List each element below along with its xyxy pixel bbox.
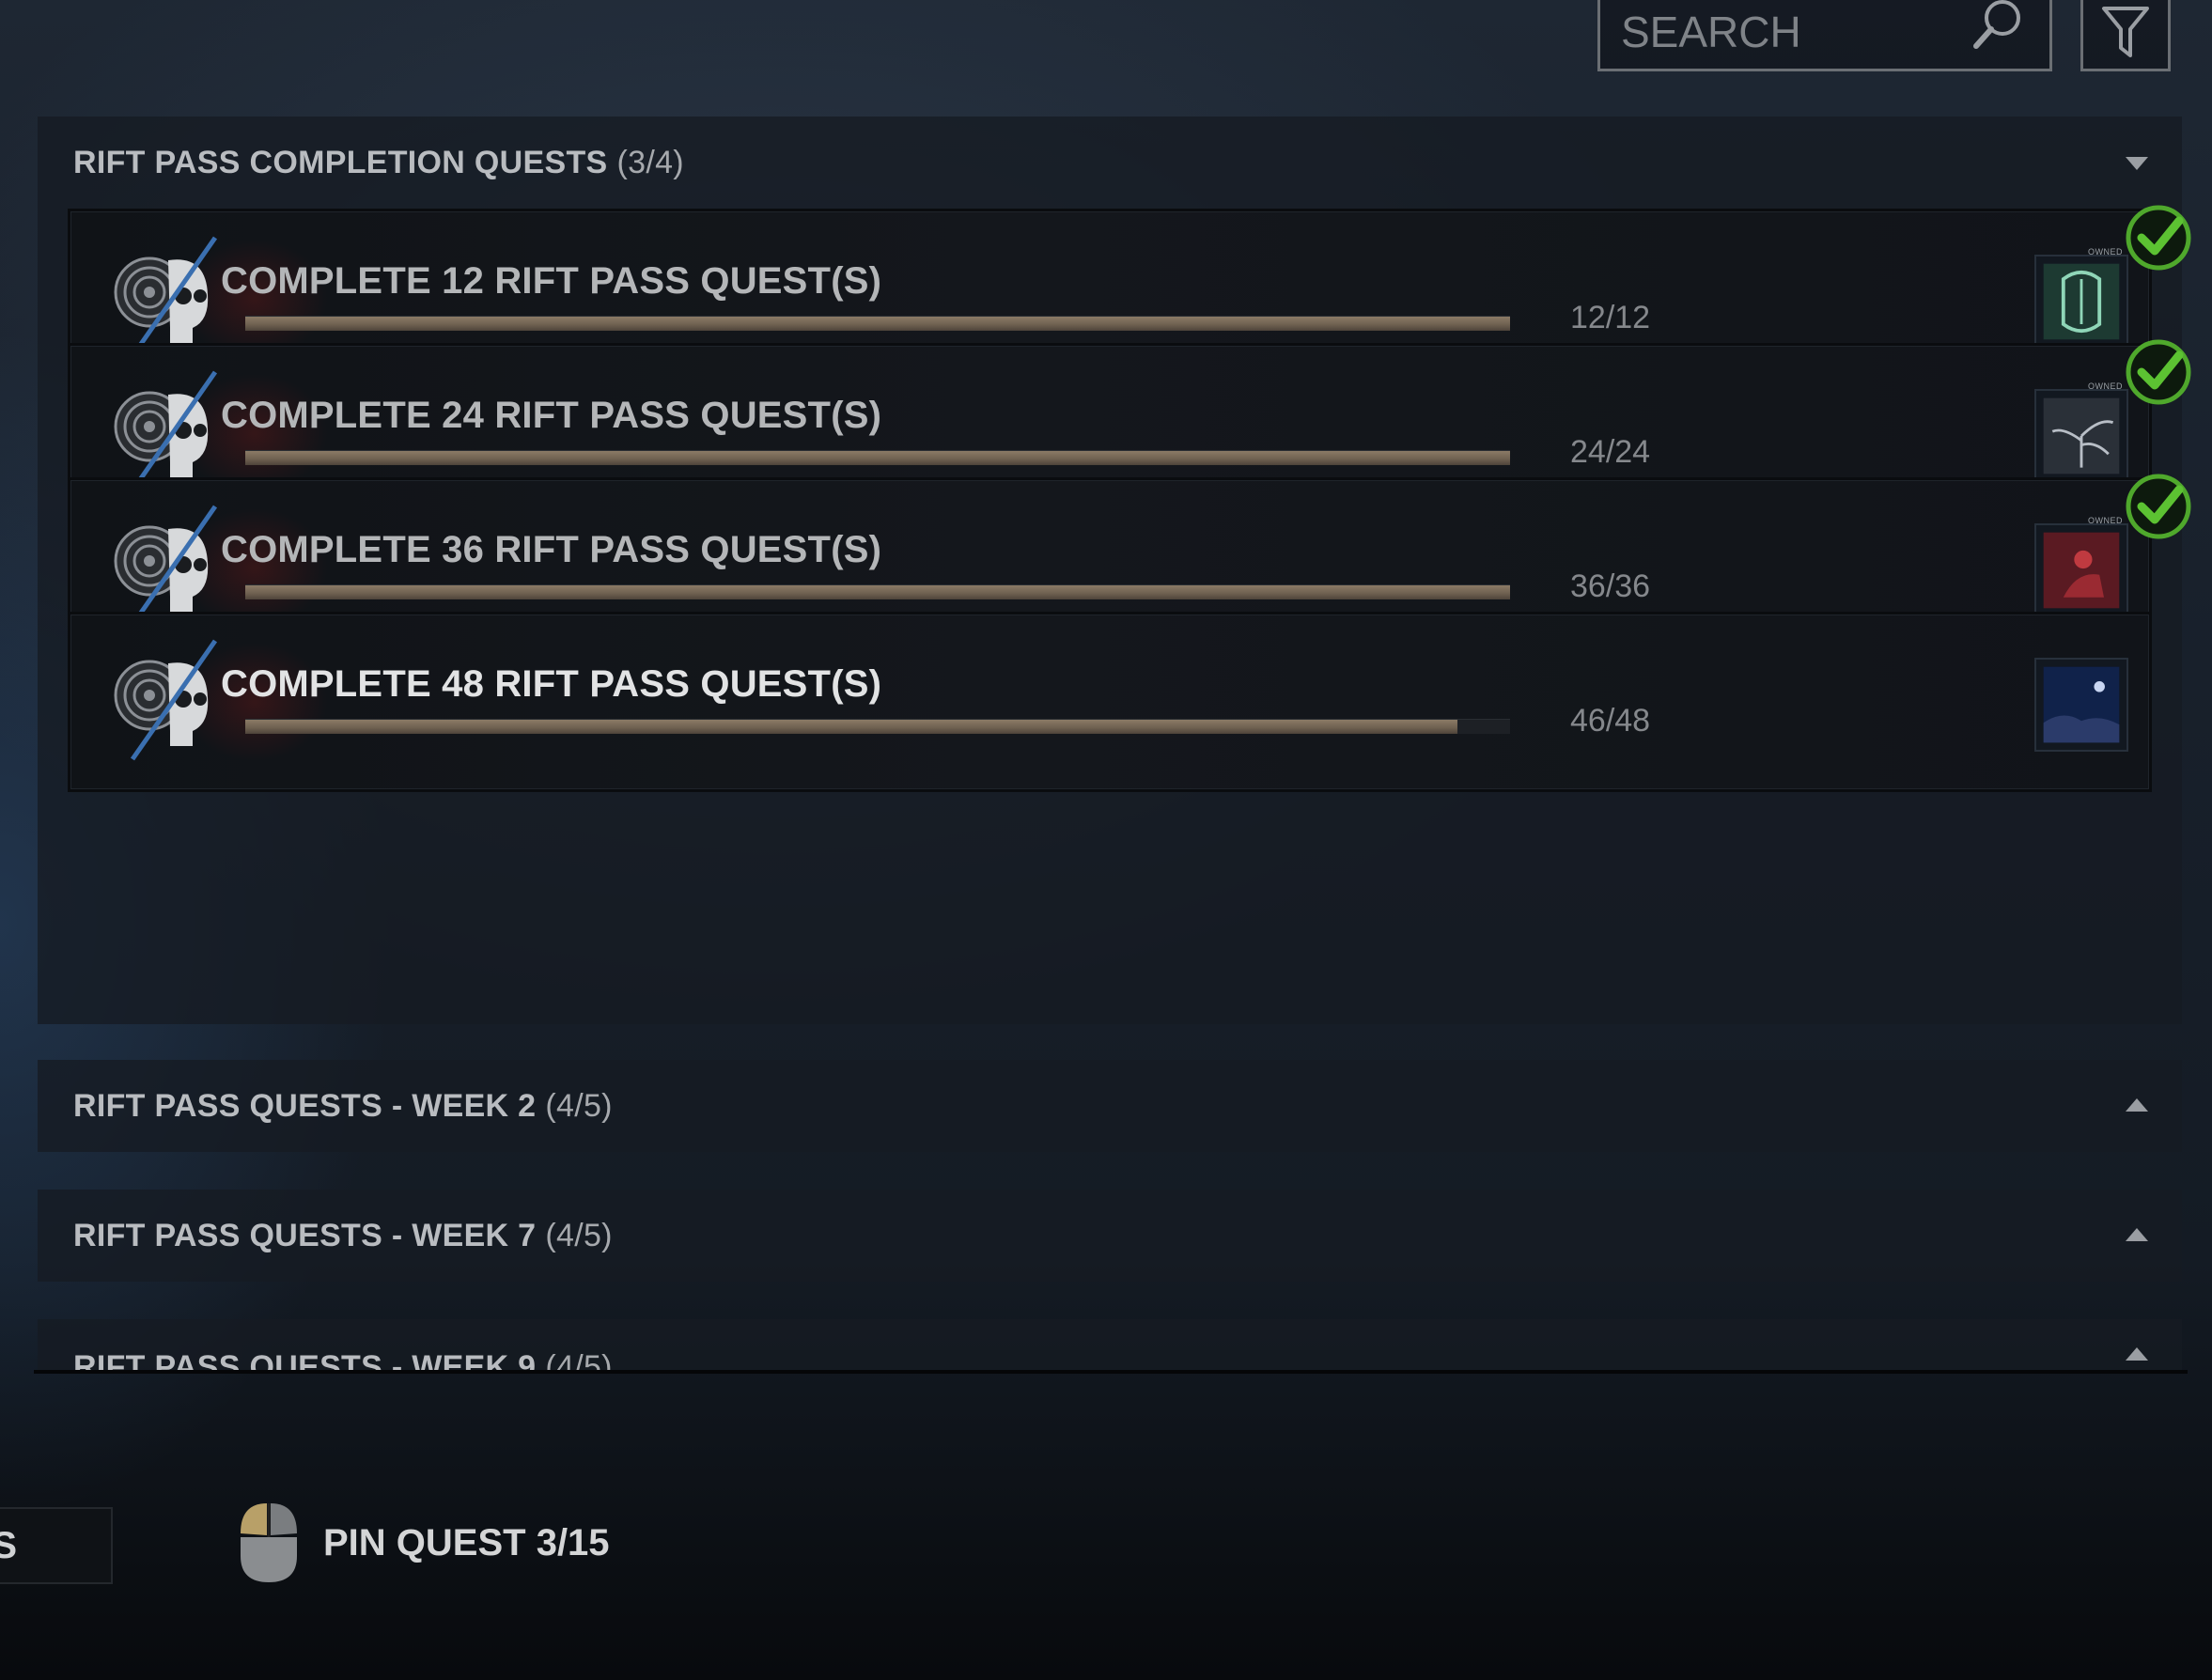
checkmark-icon [2126, 474, 2191, 539]
quest-progress-bar [245, 584, 1510, 599]
reward-icon [2043, 397, 2120, 474]
quest-progress-text: 12/12 [1570, 300, 1651, 335]
quest-progress-bar [245, 450, 1510, 465]
quest-progress-fill [245, 585, 1510, 599]
reward-icon [2043, 263, 2120, 340]
pin-quest-label: PIN QUEST 3/15 [323, 1521, 610, 1563]
reward-icon [2043, 532, 2120, 609]
section-count: (4/5) [545, 1087, 613, 1124]
collapse-arrow-icon[interactable] [2126, 157, 2148, 170]
quest-progress-fill [245, 451, 1510, 465]
quest-progress-fill [245, 720, 1457, 734]
section-title: RIFT PASS COMPLETION QUESTS [73, 144, 608, 180]
section-week-7: RIFT PASS QUESTS - WEEK 7 (4/5) [38, 1190, 2182, 1282]
left-tab-button[interactable]: S [0, 1507, 113, 1584]
filter-icon [2102, 7, 2149, 57]
quest-title: COMPLETE 24 RIFT PASS QUEST(S) [221, 395, 882, 436]
quest-reward[interactable] [2034, 658, 2128, 752]
list-bottom-divider [34, 1370, 2188, 1374]
quest-row[interactable]: COMPLETE 48 RIFT PASS QUEST(S) 46/48 [68, 612, 2152, 792]
quests-screen: { "search": { "placeholder": "SEARCH" },… [0, 0, 2212, 1680]
checkmark-icon [2126, 339, 2191, 405]
section-count: (3/4) [616, 144, 684, 180]
quest-progress-bar [245, 316, 1510, 331]
section-week-9: RIFT PASS QUESTS - WEEK 9 (4/5) [38, 1319, 2182, 1372]
quest-progress-text: 36/36 [1570, 568, 1651, 604]
search-icon[interactable] [1969, 0, 2029, 55]
section-header[interactable]: RIFT PASS QUESTS - WEEK 9 (4/5) [38, 1319, 2182, 1372]
owned-label: OWNED [2088, 516, 2123, 525]
section-header[interactable]: RIFT PASS COMPLETION QUESTS (3/4) [38, 117, 2182, 209]
section-header[interactable]: RIFT PASS QUESTS - WEEK 7 (4/5) [38, 1190, 2182, 1282]
section-title: RIFT PASS QUESTS - WEEK 2 [73, 1087, 537, 1124]
section-count: (4/5) [545, 1349, 613, 1372]
search-input[interactable] [1621, 7, 1959, 57]
section-week-2: RIFT PASS QUESTS - WEEK 2 (4/5) [38, 1060, 2182, 1152]
quest-reward[interactable]: OWNED [2034, 381, 2128, 483]
quest-reward[interactable]: OWNED [2034, 247, 2128, 349]
skull-spiral-icon [114, 639, 218, 761]
expand-arrow-icon[interactable] [2126, 1347, 2148, 1361]
quest-progress-text: 24/24 [1570, 434, 1651, 470]
quest-reward[interactable]: OWNED [2034, 516, 2128, 617]
expand-arrow-icon[interactable] [2126, 1228, 2148, 1241]
left-tab-label: S [0, 1524, 17, 1566]
quest-title: COMPLETE 48 RIFT PASS QUEST(S) [221, 663, 882, 705]
mouse-icon [241, 1503, 297, 1582]
filter-button[interactable] [2080, 0, 2171, 71]
quest-progress-text: 46/48 [1570, 703, 1651, 739]
search-box[interactable] [1597, 0, 2052, 71]
section-title: RIFT PASS QUESTS - WEEK 7 [73, 1217, 537, 1253]
owned-label: OWNED [2088, 381, 2123, 391]
quest-title: COMPLETE 36 RIFT PASS QUEST(S) [221, 529, 882, 570]
quest-progress-fill [245, 317, 1510, 331]
quest-title: COMPLETE 12 RIFT PASS QUEST(S) [221, 260, 882, 302]
owned-label: OWNED [2088, 247, 2123, 257]
checkmark-icon [2126, 205, 2191, 271]
section-completion-quests: RIFT PASS COMPLETION QUESTS (3/4) COMPLE… [38, 117, 2191, 1024]
reward-icon [2043, 666, 2120, 743]
section-title: RIFT PASS QUESTS - WEEK 9 [73, 1349, 537, 1372]
expand-arrow-icon[interactable] [2126, 1098, 2148, 1112]
pin-quest-control[interactable]: PIN QUEST 3/15 [231, 1500, 610, 1586]
section-header[interactable]: RIFT PASS QUESTS - WEEK 2 (4/5) [38, 1060, 2182, 1152]
section-count: (4/5) [545, 1217, 613, 1253]
quest-progress-bar [245, 719, 1510, 734]
